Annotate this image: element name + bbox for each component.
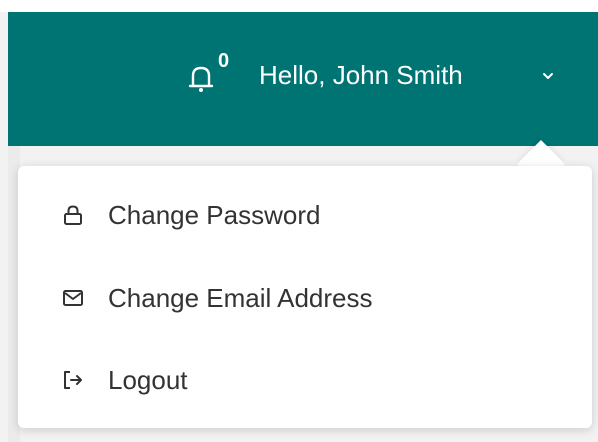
- page: 0 Hello, John Smith Change Password Chan…: [0, 0, 598, 442]
- lock-icon: [64, 205, 82, 225]
- menu-item-label: Change Password: [108, 200, 321, 230]
- chevron-down-icon[interactable]: [541, 71, 555, 81]
- user-dropdown-menu: Change Password Change Email Address Log…: [18, 166, 592, 428]
- bell-icon[interactable]: [188, 64, 214, 94]
- top-strip: [0, 0, 598, 12]
- user-greeting[interactable]: Hello, John Smith: [259, 58, 463, 92]
- menu-item-change-email[interactable]: Change Email Address: [18, 262, 592, 334]
- logout-icon: [64, 371, 82, 389]
- menu-item-label: Change Email Address: [108, 283, 373, 313]
- menu-item-label: Logout: [108, 365, 188, 395]
- envelope-icon: [63, 290, 83, 306]
- menu-item-logout[interactable]: Logout: [18, 344, 592, 416]
- menu-item-change-password[interactable]: Change Password: [18, 179, 592, 251]
- notification-count-badge: 0: [218, 50, 230, 72]
